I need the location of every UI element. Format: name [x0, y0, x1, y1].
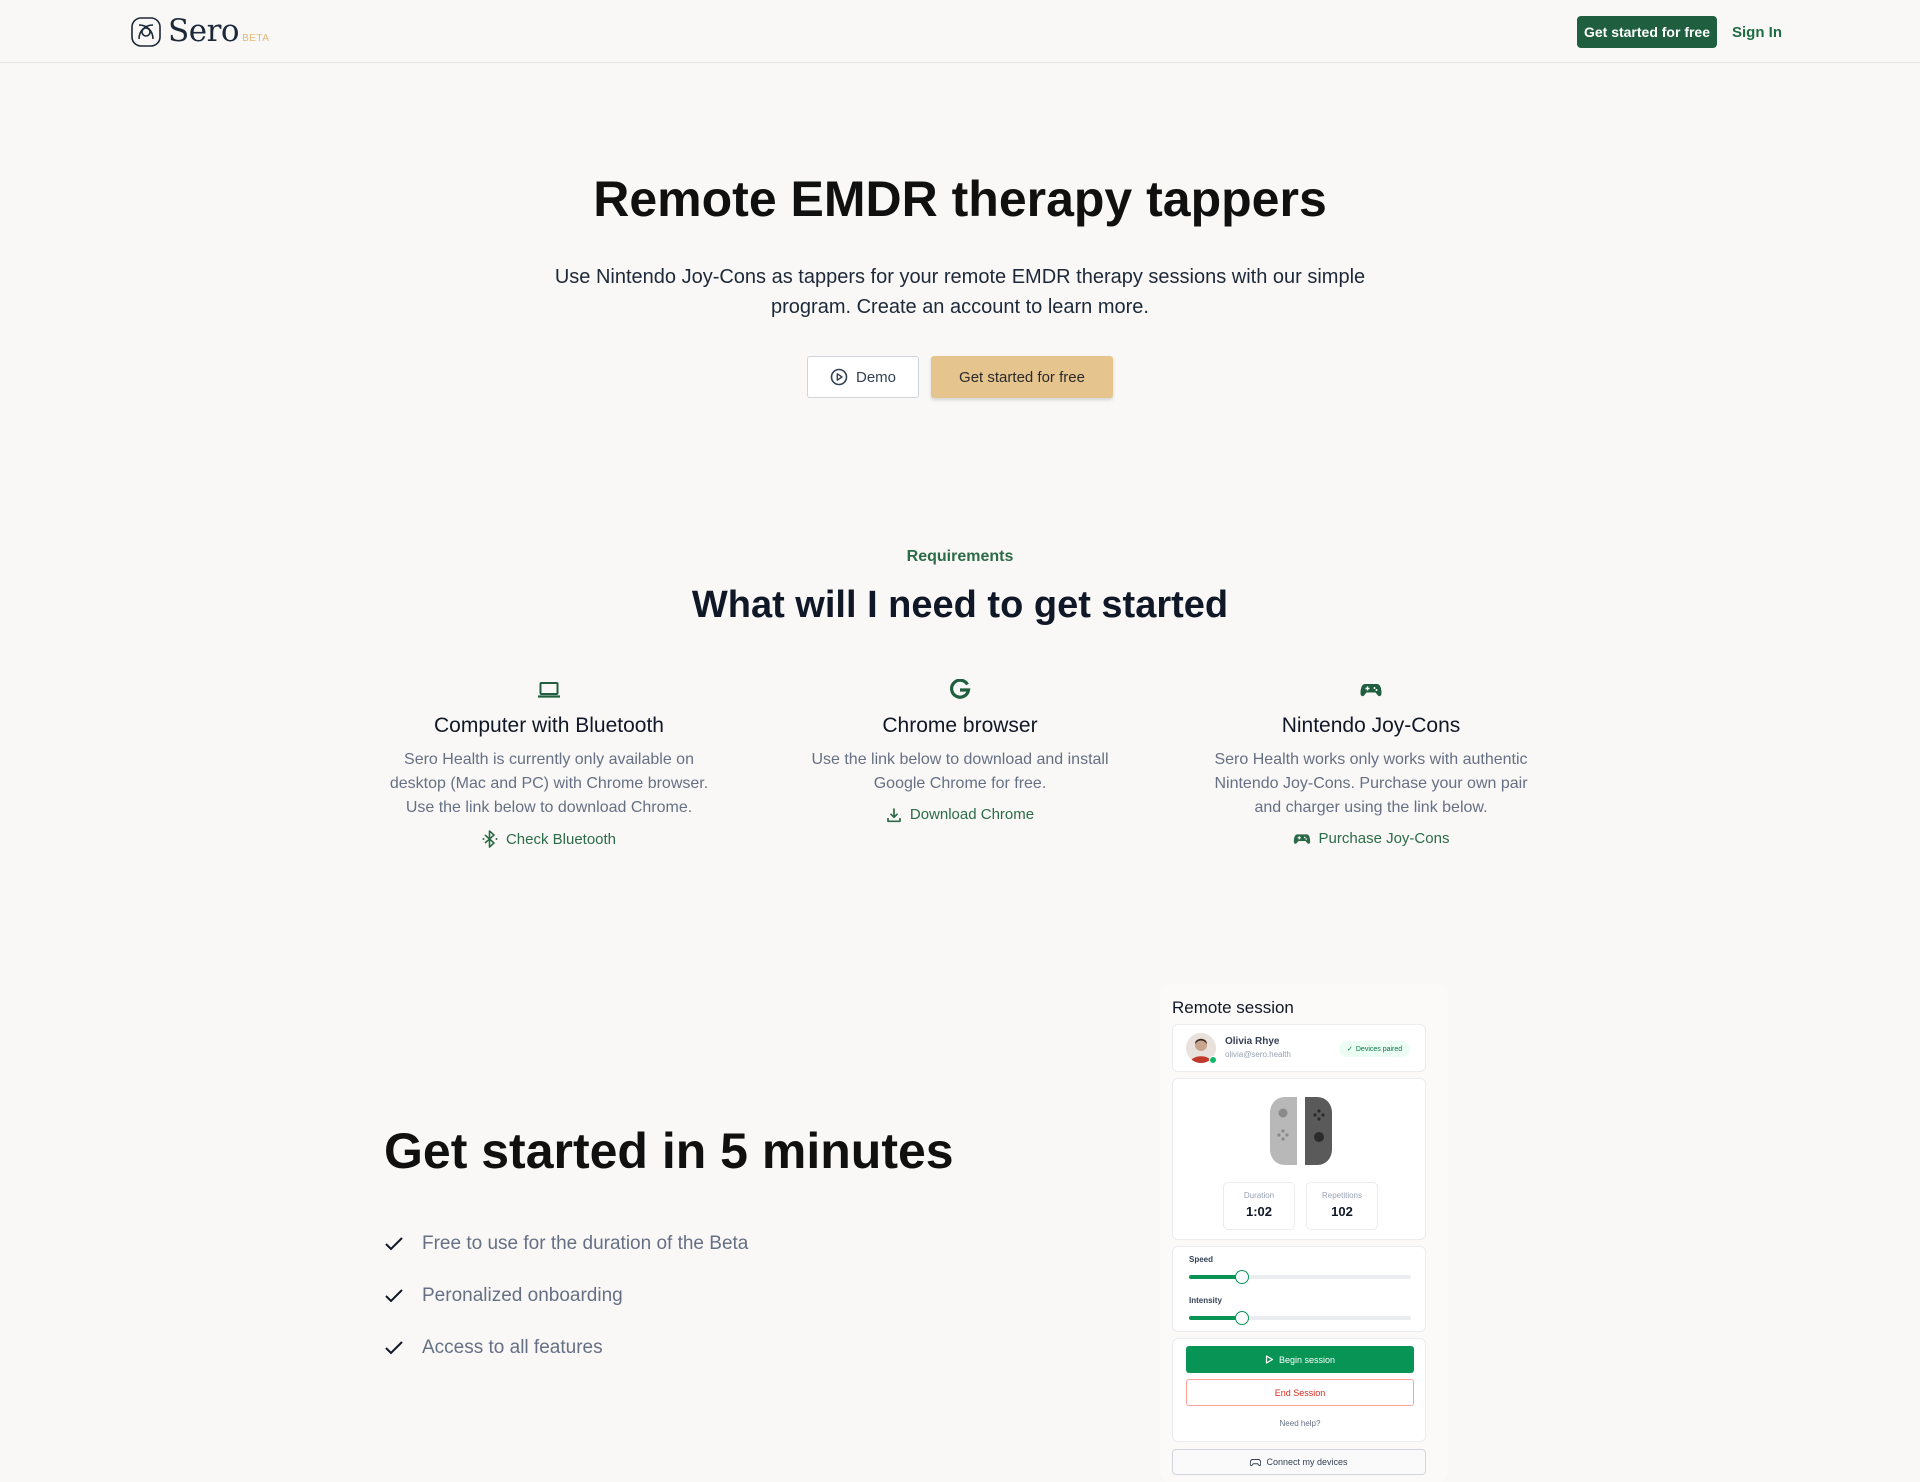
list-item: Free to use for the duration of the Beta [384, 1218, 748, 1270]
need-help-link[interactable]: Need help? [1173, 1419, 1427, 1428]
check-icon [385, 1237, 403, 1251]
list-item: Peronalized onboarding [384, 1270, 748, 1322]
requirement-description: Sero Health works only works with authen… [1214, 751, 1528, 816]
demo-button-label: Demo [855, 368, 896, 386]
hero-get-started-button[interactable]: Get started for free [931, 356, 1113, 398]
remote-session-preview: Remote session Olivia Rhye olivia@sero.h… [1160, 984, 1448, 1482]
repetitions-stat: Repetitions 102 [1306, 1182, 1378, 1230]
session-actions-card: Begin session End Session Need help? [1172, 1338, 1426, 1442]
device-card: Duration 1:02 Repetitions 102 [1172, 1078, 1426, 1240]
sero-logo-icon [131, 17, 161, 47]
requirement-description: Sero Health is currently only available … [389, 751, 709, 816]
check-icon [385, 1341, 403, 1355]
user-email: olivia@sero.health [1225, 1050, 1291, 1059]
intensity-label: Intensity [1189, 1296, 1222, 1305]
user-name: Olivia Rhye [1225, 1036, 1280, 1047]
joycons-image [1270, 1097, 1332, 1165]
requirement-title: Chrome browser [882, 714, 1038, 737]
download-chrome-link[interactable]: Download Chrome [800, 806, 1120, 823]
repetitions-value: 102 [1331, 1204, 1353, 1219]
requirement-joycons: Nintendo Joy-Cons Sero Health works only… [1211, 676, 1531, 847]
play-circle-icon [830, 368, 848, 386]
sero-logo[interactable]: Sero BETA [130, 12, 269, 48]
feature-text: Peronalized onboarding [422, 1285, 623, 1306]
list-item: Access to all features [384, 1322, 748, 1374]
check-bluetooth-label: Check Bluetooth [505, 830, 617, 848]
requirement-title: Computer with Bluetooth [434, 714, 664, 737]
end-session-button[interactable]: End Session [1186, 1379, 1414, 1406]
logo-wordmark: Sero [168, 13, 240, 49]
status-badge-label: Devices paired [1355, 1045, 1403, 1053]
download-icon [887, 808, 901, 822]
purchase-joycons-link[interactable]: Purchase Joy-Cons [1211, 830, 1531, 847]
user-card: Olivia Rhye olivia@sero.health ✓ Devices… [1172, 1024, 1426, 1072]
speed-label: Speed [1189, 1255, 1214, 1264]
download-chrome-label: Download Chrome [909, 806, 1035, 823]
online-indicator [1209, 1056, 1217, 1064]
check-bluetooth-link[interactable]: Check Bluetooth [389, 830, 709, 848]
intensity-slider[interactable] [1189, 1311, 1411, 1325]
repetitions-label: Repetitions [1321, 1191, 1363, 1200]
connect-devices-label: Connect my devices [1266, 1457, 1348, 1467]
play-icon [1265, 1355, 1274, 1364]
laptop-icon [538, 682, 560, 698]
feature-text: Free to use for the duration of the Beta [422, 1233, 749, 1254]
speed-thumb[interactable] [1235, 1270, 1250, 1284]
session-title: Remote session [1172, 998, 1294, 1017]
feature-text: Access to all features [422, 1337, 603, 1358]
sign-in-link[interactable]: Sign In [1732, 16, 1782, 48]
check-icon [385, 1289, 403, 1303]
gamepad-icon [1360, 684, 1382, 697]
gamepad-icon [1293, 833, 1310, 844]
intensity-thumb[interactable] [1235, 1311, 1250, 1325]
check-icon: ✓ [1347, 1046, 1353, 1053]
hero-subtitle: Use Nintendo Joy-Cons as tappers for you… [554, 266, 1366, 318]
requirement-chrome: Chrome browser Use the link below to dow… [800, 676, 1120, 823]
begin-session-button[interactable]: Begin session [1186, 1346, 1414, 1373]
top-nav: Sero BETA Get started for free Sign In [0, 0, 1920, 63]
requirement-computer: Computer with Bluetooth Sero Health is c… [389, 676, 709, 848]
get-started-title: Get started in 5 minutes [384, 1123, 954, 1179]
speed-fill [1189, 1275, 1243, 1279]
requirement-title: Nintendo Joy-Cons [1281, 714, 1461, 737]
status-badge: ✓ Devices paired [1339, 1041, 1411, 1057]
intensity-fill [1189, 1316, 1243, 1320]
duration-label: Duration [1243, 1191, 1275, 1200]
feature-list: Free to use for the duration of the Beta… [384, 1218, 748, 1374]
requirements-eyebrow: Requirements [906, 548, 1014, 565]
hero-title: Remote EMDR therapy tappers [593, 171, 1327, 227]
google-icon [950, 679, 971, 699]
beta-badge: BETA [242, 33, 270, 44]
connect-devices-button[interactable]: Connect my devices [1172, 1449, 1426, 1475]
begin-session-label: Begin session [1278, 1354, 1336, 1365]
requirements-title: What will I need to get started [691, 584, 1229, 626]
speed-slider[interactable] [1189, 1270, 1411, 1284]
duration-stat: Duration 1:02 [1223, 1182, 1295, 1230]
gamepad-icon [1250, 1458, 1262, 1466]
purchase-joycons-label: Purchase Joy-Cons [1318, 830, 1450, 847]
duration-value: 1:02 [1245, 1204, 1273, 1219]
requirement-description: Use the link below to download and insta… [811, 751, 1109, 792]
bluetooth-icon [482, 830, 498, 848]
controls-card: Speed Intensity [1172, 1246, 1426, 1332]
demo-button[interactable]: Demo [807, 356, 919, 398]
header-get-started-button[interactable]: Get started for free [1577, 16, 1717, 48]
